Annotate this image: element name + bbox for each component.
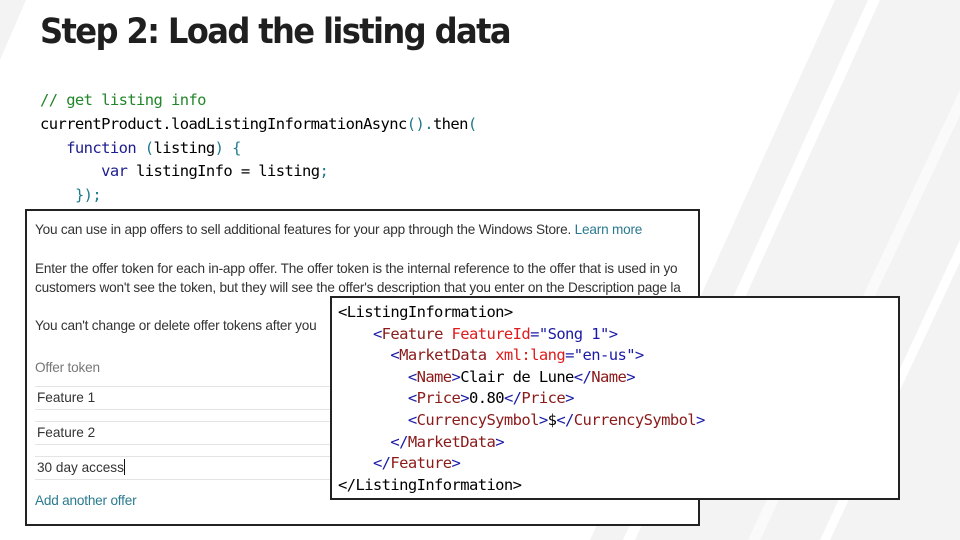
text-caret <box>123 459 125 475</box>
offer-token-label: Offer token <box>35 360 100 375</box>
offer-token-value: 30 day access <box>37 460 124 475</box>
background-corner-shape <box>0 0 26 60</box>
xml-element-name: MarketData <box>399 346 487 365</box>
learn-more-link[interactable]: Learn more <box>575 222 643 237</box>
warning-text: You can't change or delete offer tokens … <box>35 318 317 333</box>
code-punct: ) { <box>214 138 242 157</box>
xml-currency-value: $ <box>547 410 557 429</box>
xml-root-open: <ListingInformation> <box>338 303 513 321</box>
xml-attr-value: "Song 1" <box>538 324 609 343</box>
code-punct: (). <box>406 114 434 133</box>
code-punct: ; <box>319 162 329 181</box>
add-another-offer-link[interactable]: Add another offer <box>35 493 137 508</box>
xml-element-name: Feature <box>381 324 444 343</box>
offer-token-value: Feature 2 <box>37 425 96 440</box>
xml-code: <ListingInformation> <Feature FeatureId=… <box>338 303 705 494</box>
instructions-line-1: Enter the offer token for each in-app of… <box>35 261 678 276</box>
code-then: then <box>432 114 469 133</box>
xml-element-name: Price <box>416 389 461 408</box>
xml-element-name: CurrencySymbol <box>573 410 697 429</box>
code-call-object: currentProduct.loadListingInformationAsy… <box>40 114 407 133</box>
instructions-line-2: customers won't see the token, but they … <box>35 280 681 295</box>
xml-element-name: CurrencySymbol <box>416 410 540 429</box>
javascript-code-snippet: // get listing info currentProduct.loadL… <box>40 89 477 208</box>
xml-element-name: MarketData <box>407 432 496 451</box>
code-param: listing <box>153 138 216 157</box>
code-statement: listingInfo = listing <box>127 162 320 181</box>
xml-attr-name: xml:lang <box>495 346 566 365</box>
xml-name-value: Clair de Lune <box>460 367 574 386</box>
code-punct: ( <box>136 138 154 157</box>
code-close: }); <box>74 186 102 205</box>
xml-price-value: 0.80 <box>469 389 505 408</box>
xml-element-name: Name <box>591 367 627 386</box>
xml-element-name: Feature <box>390 454 452 473</box>
xml-listing-snippet: <ListingInformation> <Feature FeatureId=… <box>330 296 900 500</box>
xml-element-name: Name <box>416 367 453 386</box>
code-keyword-function: function <box>66 138 137 157</box>
offer-token-value: Feature 1 <box>37 390 96 405</box>
slide-title: Step 2: Load the listing data <box>40 12 512 52</box>
xml-attr-value: "en-us" <box>573 346 636 365</box>
code-comment: // get listing info <box>40 91 207 109</box>
code-keyword-var: var <box>101 162 128 181</box>
intro-text: You can use in app offers to sell additi… <box>35 222 572 237</box>
intro-paragraph: You can use in app offers to sell additi… <box>35 222 642 237</box>
code-punct: ( <box>467 114 477 133</box>
xml-attr-name: FeatureId <box>451 324 531 343</box>
xml-root-close: </ListingInformation> <box>338 475 522 494</box>
xml-element-name: Price <box>521 389 566 408</box>
